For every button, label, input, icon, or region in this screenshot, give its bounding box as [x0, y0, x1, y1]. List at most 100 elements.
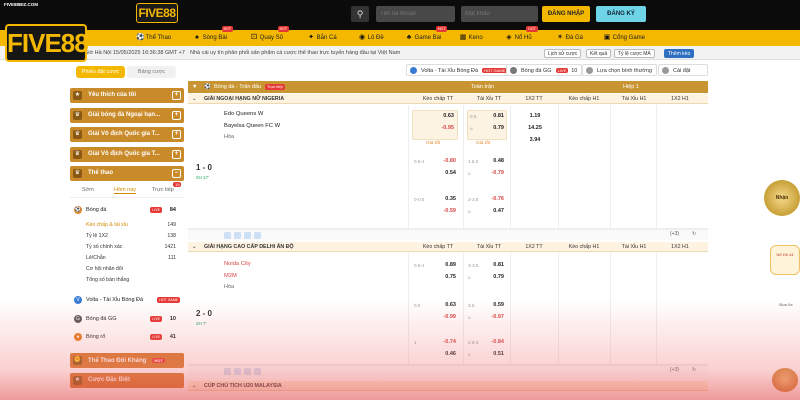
promo-badge[interactable]: Nhận	[764, 180, 800, 216]
odds-over[interactable]: 2.5-3 -0.84	[468, 338, 504, 347]
stats-icon[interactable]	[224, 368, 231, 375]
chart-icon[interactable]	[244, 368, 251, 375]
odds-over[interactable]: 0.5 0.81	[470, 112, 504, 121]
sport-volta[interactable]: V Volta - Tài Xỉu Bóng Đá HOT GAME	[70, 294, 184, 306]
sport-football[interactable]: ⚽ Bóng đá LIVE 84	[70, 204, 184, 216]
login-button[interactable]: ĐĂNG NHẬP	[542, 6, 590, 22]
sub-correct-score[interactable]: Tỷ số chính xác 1421	[70, 242, 184, 253]
league-header[interactable]: ⌄ CÚP CHỦ TỊCH U20 MALAYSIA	[188, 381, 708, 391]
section-special[interactable]: ★ Cược Đặc Biệt	[70, 373, 184, 388]
sub-total-goals[interactable]: Tổng số bàn thắng	[70, 275, 184, 286]
bet-history-button[interactable]: Lịch sử cược	[544, 49, 582, 58]
sport-gg-football[interactable]: G Bóng đá GG LIVE 10	[70, 313, 184, 325]
menu-item-lo-de[interactable]: ◉ Lô Đề	[358, 30, 384, 46]
sub-odd-even[interactable]: Lẻ/Chẵn 111	[70, 253, 184, 264]
tab-bet-slip[interactable]: Phiếu đặt cược	[76, 66, 125, 78]
odds-over[interactable]: 2-2.5 -0.76	[468, 195, 504, 204]
results-button[interactable]: Kết quả	[586, 49, 612, 58]
refresh-icon[interactable]: ↻	[692, 231, 696, 237]
password-input[interactable]	[461, 6, 538, 22]
section-league-b[interactable]: ♛ Giải Vô địch Quốc gia T... +	[70, 147, 184, 162]
odds-1x2-home[interactable]: 1.19	[520, 113, 550, 119]
more-markets[interactable]: (+3)	[670, 231, 679, 237]
odds-home[interactable]: 1 -0.74	[414, 338, 456, 347]
odds-away[interactable]: 0.75	[414, 273, 456, 282]
tab-early[interactable]: Sớm	[82, 187, 94, 193]
menu-item-cong-game[interactable]: ▣ Cổng Game	[603, 30, 645, 46]
more-markets[interactable]: (+3)	[670, 367, 679, 373]
brand-logo[interactable]: FIVE88	[136, 3, 178, 23]
section-favorites[interactable]: ★ Yêu thích của tôi +	[70, 88, 184, 103]
section-premier-league[interactable]: ♛ Giải bóng đá Ngoại hạn... +	[70, 108, 184, 123]
sub-1x2[interactable]: Tỷ lệ 1X2 138	[70, 231, 184, 242]
odds-over[interactable]: 1.5-2 0.48	[468, 157, 504, 166]
menu-item-no-hu[interactable]: ◈ Nổ Hũ HOT	[505, 26, 538, 46]
odds-away[interactable]: -0.95	[416, 124, 454, 133]
tv-icon[interactable]	[234, 232, 241, 239]
odds-away[interactable]: -0.59	[414, 207, 456, 216]
menu-item-ban-ca[interactable]: ✦ Bắn Cá	[307, 30, 337, 46]
star-icon[interactable]	[254, 368, 261, 375]
odds-away[interactable]: 0.46	[414, 350, 456, 359]
league-name: GIẢI HẠNG CAO CẤP DELHI ẤN ĐỘ	[204, 244, 294, 250]
tv-icon[interactable]	[234, 368, 241, 375]
odds-type-select[interactable]: Tỷ lệ cược MA	[614, 49, 655, 58]
section-sports[interactable]: ♛ Thể thao −	[70, 166, 184, 181]
day-tabs: Sớm Hôm nay Trực tiếp 19	[70, 182, 184, 198]
odds-under[interactable]: u 0.79	[468, 273, 504, 282]
search-icon[interactable]: ⚲	[351, 6, 369, 22]
sub-double-chance[interactable]: Cơ hội nhân đôi	[70, 264, 184, 275]
odds-away[interactable]: -0.99	[414, 313, 456, 322]
bet-settings-button[interactable]: Cài đặt cược	[658, 64, 708, 86]
odds-1x2-draw[interactable]: 3.94	[520, 137, 550, 143]
volta-button[interactable]: Volta - Tài Xỉu Bóng Đá HOT GAME	[406, 64, 513, 76]
jackpot-promo[interactable]: Nổ Hũ 44	[770, 245, 800, 275]
star-icon[interactable]	[254, 232, 261, 239]
menu-item-song-bai[interactable]: ♠ Sòng Bài HOT	[193, 26, 234, 46]
menu-item-da-ga[interactable]: ✶ Đá Gà	[556, 30, 583, 46]
odds-away[interactable]: 0.54	[414, 169, 456, 178]
trophy-icon: ♛	[73, 169, 82, 178]
odds-home[interactable]: 0.5-1 -0.80	[414, 157, 456, 166]
league-header[interactable]: ⌄ GIẢI NGOẠI HẠNG NỮ NIGERIA Kèo chấp TT…	[188, 94, 708, 104]
stats-icon[interactable]	[224, 232, 231, 239]
odds-home[interactable]: 0.63	[416, 112, 454, 121]
menu-item-quay-so[interactable]: ⚀ Quay Số HOT	[250, 26, 290, 46]
tab-live[interactable]: Trực tiếp	[152, 187, 174, 193]
odds-over[interactable]: 3.5 0.59	[468, 301, 504, 310]
chart-icon[interactable]	[244, 232, 251, 239]
odds-1x2-away[interactable]: 14.25	[520, 125, 550, 131]
odds-home[interactable]: 0-0.5 0.35	[414, 195, 456, 204]
odds-under[interactable]: u 0.47	[468, 207, 504, 216]
register-button[interactable]: ĐĂNG KÝ	[596, 6, 646, 22]
tab-today[interactable]: Hôm nay	[114, 187, 137, 194]
odds-under[interactable]: u -0.97	[468, 313, 504, 322]
odds-over[interactable]: 3-3.5 0.81	[468, 261, 504, 270]
site-logo[interactable]: FIVE88BIZ.COM FIVE88	[0, 0, 90, 66]
odds-under[interactable]: u 0.51	[468, 350, 504, 359]
gift-promo-icon[interactable]	[772, 368, 798, 392]
username-input[interactable]	[376, 6, 455, 22]
menu-item-the-thao[interactable]: ⚽ Thể Thao	[136, 30, 171, 46]
best-price: Giá tốt	[426, 141, 441, 146]
sub-handicap[interactable]: Kèo chấp & tài xỉu 149	[70, 220, 184, 231]
normal-select[interactable]: Lựa chọn bình thường	[582, 64, 658, 76]
menu-item-game-bai[interactable]: ♣ Game Bài HOT	[405, 26, 448, 46]
league-header[interactable]: ⌄ GIẢI HẠNG CAO CẤP DELHI ẤN ĐỘ Kèo chấp…	[188, 242, 708, 252]
sport-basketball[interactable]: ● Bóng rổ LIVE 41	[70, 331, 184, 343]
keno-icon: ▦	[459, 34, 467, 41]
more-odds-button[interactable]: Thêm kèo	[664, 49, 695, 58]
section-league-a[interactable]: ♛ Giải Vô địch Quốc gia T... +	[70, 127, 184, 142]
main-menu: ⚽ Thể Thao ♠ Sòng Bài HOT ⚀ Quay Số HOT ✦ …	[0, 26, 800, 46]
refresh-icon[interactable]: ↻	[692, 367, 696, 373]
tab-bet-table[interactable]: Bảng cược	[127, 66, 176, 78]
odds-home[interactable]: 0.5 0.63	[414, 301, 456, 310]
section-combat[interactable]: ✊ Thể Thao Đối Kháng HOT	[70, 353, 184, 368]
odds-home[interactable]: 0.5-1 0.89	[414, 261, 456, 270]
odds-under[interactable]: u -0.79	[468, 169, 504, 178]
collapse-icon[interactable]: ▼	[192, 81, 197, 93]
gg-football-button[interactable]: Bóng đá GG LIVE 10	[506, 64, 583, 76]
race-promo[interactable]: Đua Xe	[772, 302, 800, 324]
menu-item-keno[interactable]: ▦ Keno	[459, 30, 483, 46]
odds-under[interactable]: u 0.79	[470, 124, 504, 133]
